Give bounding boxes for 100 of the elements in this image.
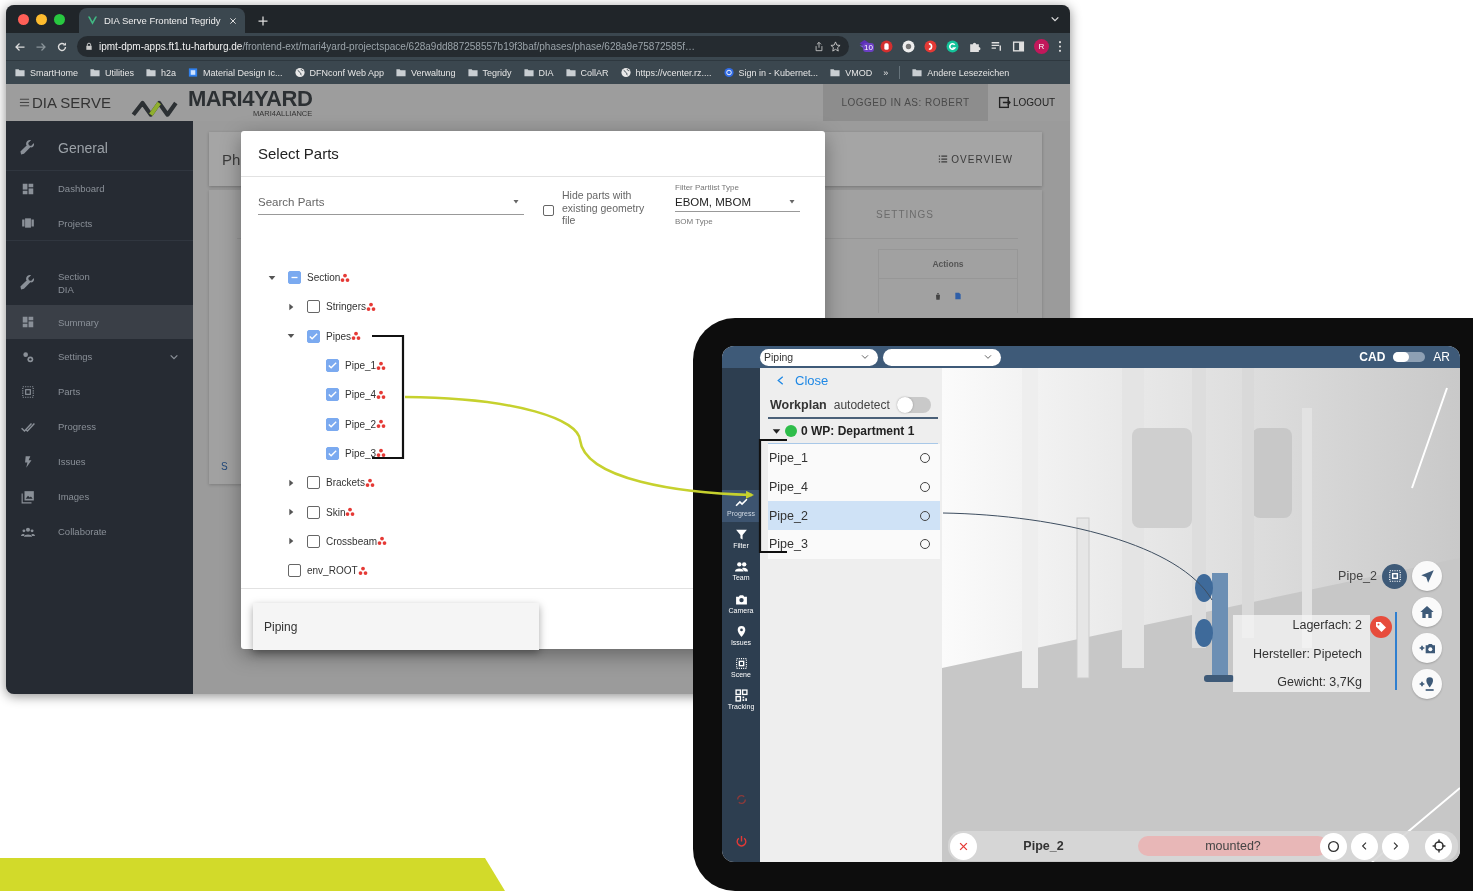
sidebar-item[interactable]: Settings	[6, 339, 193, 374]
window-control-button[interactable]	[54, 13, 65, 25]
recenter-button[interactable]	[1425, 832, 1452, 860]
checkbox[interactable]	[288, 564, 301, 578]
search-field[interactable]: Search Parts	[258, 189, 524, 215]
sidebar-heading: Section DIA	[6, 261, 193, 305]
sidepanel-icon[interactable]	[1012, 40, 1025, 53]
sidebar-item[interactable]: Issues	[6, 444, 193, 479]
sidebar-item[interactable]: Images	[6, 479, 193, 514]
checkbox[interactable]	[307, 329, 320, 343]
power-icon	[734, 834, 748, 848]
menu-icon[interactable]	[18, 97, 31, 108]
triangle-dots-icon	[377, 536, 388, 547]
v-logo-icon	[87, 15, 98, 26]
triangle-dots-icon	[364, 477, 375, 488]
window-control-button[interactable]	[36, 13, 47, 25]
mode-label: AR	[1433, 350, 1450, 364]
triangle-dots-icon	[357, 565, 368, 576]
status-dot	[785, 425, 797, 437]
more-icon[interactable]	[1058, 40, 1062, 53]
bookmark[interactable]: Sign in - Kubernet...	[722, 67, 819, 78]
checkbox[interactable]	[307, 505, 320, 519]
tree-item-label: Pipes	[326, 330, 351, 342]
checkbox[interactable]	[307, 300, 320, 314]
bookmark[interactable]: Material Design Ic...	[187, 67, 283, 78]
folder-icon	[145, 67, 158, 78]
mode-switch[interactable]	[1393, 352, 1426, 362]
bookmark[interactable]: Utilities	[89, 67, 135, 78]
chevron-down-icon[interactable]	[1050, 14, 1060, 24]
workplan-select[interactable]: Piping	[760, 348, 878, 366]
partlist-type-select[interactable]: EBOM, MBOM	[675, 192, 800, 212]
bookmark[interactable]: h2a	[145, 67, 177, 78]
triangle-dots-icon	[366, 301, 376, 312]
workplan-item[interactable]: Pipe_2	[768, 501, 940, 531]
bookmark[interactable]: Verwaltung	[394, 67, 456, 78]
checkbox[interactable]	[326, 417, 339, 431]
caret-down-icon[interactable]	[772, 426, 781, 436]
checkbox[interactable]	[543, 205, 554, 216]
hand-icon[interactable]	[880, 40, 893, 53]
workplan-item[interactable]: Pipe_1	[768, 444, 940, 473]
bookmark[interactable]: DIA	[522, 67, 554, 78]
sidebar-item[interactable]: Progress	[6, 409, 193, 444]
checkbox[interactable]	[288, 271, 301, 285]
sidebar-item[interactable]: Projects	[6, 206, 193, 241]
overview-button[interactable]: OVERVIEW	[931, 152, 1019, 166]
swirl-icon[interactable]	[924, 40, 937, 53]
address-bar[interactable]: ipmt-dpm-apps.ft1.tu-harburg.de/frontend-ext/mari4yard-projectspace/628a9dd887258557b19f3baf/phases/phase/628a9e75872585f…	[77, 36, 849, 57]
bookmark[interactable]: https://vcenter.rz....	[619, 67, 712, 78]
reload-icon[interactable]	[56, 40, 68, 53]
eye-icon[interactable]	[902, 40, 915, 53]
checkbox[interactable]	[326, 359, 339, 373]
back-icon[interactable]	[14, 40, 26, 53]
folder-icon	[522, 67, 535, 78]
workplan-item[interactable]: Pipe_4	[768, 472, 940, 502]
bookmark[interactable]: Tegridy	[466, 67, 512, 78]
field-hint: BOM Type	[675, 217, 714, 226]
gears-icon	[20, 349, 35, 364]
checkbox[interactable]	[307, 534, 320, 548]
chevron-down-icon	[983, 353, 993, 361]
workplan-item[interactable]: Pipe_3	[768, 530, 940, 559]
link-text[interactable]: S	[221, 461, 228, 472]
profile-avatar[interactable]: R	[1034, 39, 1049, 54]
filter-icon	[734, 527, 748, 541]
sidebar-item[interactable]: Collaborate	[6, 514, 193, 549]
forward-icon[interactable]	[35, 40, 47, 53]
check-icon	[327, 447, 338, 459]
bookmark[interactable]: SmartHome	[14, 67, 78, 78]
g-circle-icon[interactable]	[946, 40, 959, 53]
grid-icon	[20, 181, 35, 196]
tree-item-label: Stringers	[326, 301, 366, 313]
close-icon	[959, 841, 968, 851]
status-button[interactable]	[1320, 832, 1347, 860]
bookmark[interactable]: CollAR	[564, 67, 609, 78]
checkbox[interactable]	[326, 388, 339, 402]
browser-tab[interactable]: DIA Serve Frontend Tegridy	[79, 8, 245, 33]
dotted-square-icon	[734, 657, 748, 671]
camera-icon	[734, 592, 748, 606]
checkbox[interactable]	[307, 476, 320, 490]
plus-pin-icon	[1419, 676, 1435, 692]
share-icon[interactable]	[814, 41, 824, 52]
bookmark[interactable]: VMOD	[829, 67, 873, 78]
star-icon[interactable]	[830, 41, 841, 52]
window-control-button[interactable]	[18, 13, 29, 25]
close-icon[interactable]	[229, 16, 237, 25]
more-bookmarks-button[interactable]: »	[883, 67, 889, 78]
toggle-label: autodetect	[833, 397, 890, 412]
sidebar-item[interactable]: Parts	[6, 374, 193, 409]
triangle-dots-icon	[345, 507, 356, 517]
bookmark[interactable]: Andere Lesezeichen	[911, 67, 1010, 78]
playlist-icon[interactable]	[990, 40, 1003, 53]
menu-option[interactable]: Piping	[264, 619, 298, 634]
bookmark[interactable]: DFNconf Web App	[293, 67, 384, 78]
sync-icon	[734, 792, 748, 806]
checkbox[interactable]	[326, 446, 339, 460]
plus-icon[interactable]	[257, 15, 269, 27]
sidebar-item[interactable]: Dashboard	[6, 171, 193, 206]
triangle-dots-icon	[376, 360, 387, 371]
trash-icon[interactable]	[934, 291, 942, 301]
autodetect-switch[interactable]	[896, 396, 931, 413]
puzzle-icon[interactable]	[968, 40, 981, 53]
